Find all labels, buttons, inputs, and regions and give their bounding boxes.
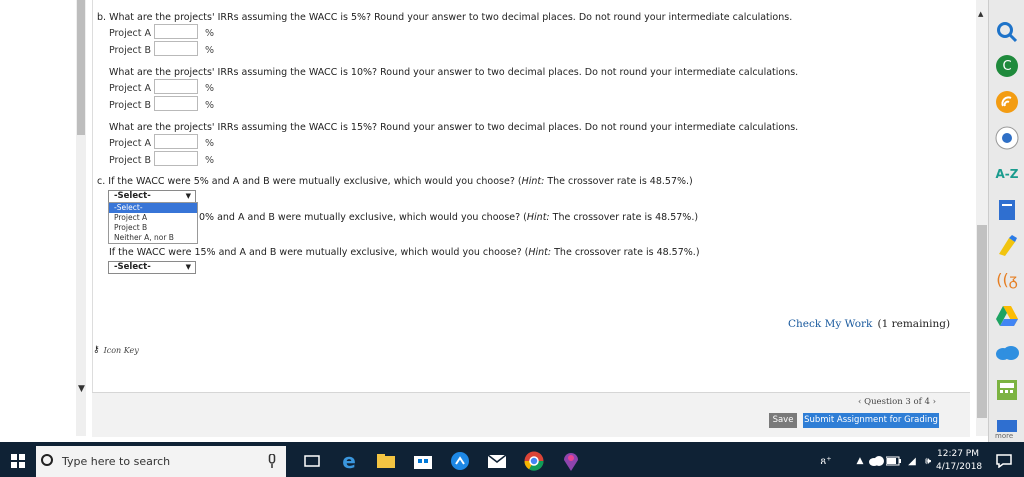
hint-label: Hint: xyxy=(521,176,545,187)
hint-text: The crossover rate is 48.57%.) xyxy=(549,212,699,223)
green-c-icon[interactable]: C xyxy=(992,52,1022,80)
side-dock: C A-Z ((ᵹ more xyxy=(988,0,1024,442)
icon-key[interactable]: ⚷ Icon Key xyxy=(93,345,139,355)
question-c-wacc5: c. If the WACC were 5% and A and B were … xyxy=(97,176,693,187)
irr-wacc10-project-a-input[interactable] xyxy=(154,79,198,94)
cortana-circle-icon xyxy=(41,454,53,466)
people-icon[interactable]: ጸ⁺ xyxy=(812,447,840,475)
project-b-label: Project B xyxy=(109,100,152,111)
dropdown-option[interactable]: Project B xyxy=(109,223,197,233)
percent-sign: % xyxy=(205,155,215,166)
percent-sign: % xyxy=(205,100,215,111)
left-scrollbar-thumb[interactable] xyxy=(77,0,85,135)
irr-wacc5-project-a-input[interactable] xyxy=(154,24,198,39)
irr-wacc10-project-b-input[interactable] xyxy=(154,96,198,111)
check-my-work-link[interactable]: Check My Work xyxy=(788,318,872,330)
dropdown-arrow-icon: ▼ xyxy=(185,192,191,200)
svg-text:C: C xyxy=(1002,59,1011,74)
submit-assignment-button[interactable]: Submit Assignment for Grading xyxy=(803,413,939,428)
question-text: c. If the WACC were 5% and A and B were … xyxy=(97,176,522,187)
select-value: -Select- xyxy=(114,191,151,201)
right-scrollbar-thumb[interactable] xyxy=(977,225,987,418)
question-text: If the WACC were 15% and A and B were mu… xyxy=(109,247,529,258)
next-question-icon[interactable]: › xyxy=(933,397,936,407)
irr-wacc15-project-b-input[interactable] xyxy=(154,151,198,166)
task-view-icon[interactable] xyxy=(298,447,326,475)
select-value: -Select- xyxy=(114,262,151,272)
store-icon[interactable] xyxy=(409,447,437,475)
irr-wacc15-project-a-input[interactable] xyxy=(154,134,198,149)
hint-label: Hint: xyxy=(528,247,552,258)
map-pin-icon[interactable] xyxy=(557,447,585,475)
percent-sign: % xyxy=(205,28,215,39)
windows-start-icon[interactable] xyxy=(4,447,32,475)
calculator-icon[interactable] xyxy=(992,376,1022,404)
action-center-icon[interactable] xyxy=(990,447,1018,475)
question-text: 0% and A and B were mutually exclusive, … xyxy=(199,212,527,223)
hint-text: The crossover rate is 48.57%.) xyxy=(544,176,693,187)
clock-dial-icon[interactable] xyxy=(992,124,1022,152)
dictionary-az-icon[interactable]: A-Z xyxy=(992,160,1022,188)
question-b-wacc10: What are the projects' IRRs assuming the… xyxy=(109,67,799,78)
question-c-wacc10-partial: 0% and A and B were mutually exclusive, … xyxy=(199,212,698,223)
edge-browser-icon[interactable]: e xyxy=(335,447,363,475)
notebook-icon[interactable] xyxy=(992,196,1022,224)
choice-wacc15-select[interactable]: -Select- ▼ xyxy=(108,261,196,274)
clock-time: 12:27 PM xyxy=(937,449,979,459)
audio-wave-icon[interactable] xyxy=(992,88,1022,116)
dropdown-option[interactable]: -Select- xyxy=(109,203,197,213)
project-a-label: Project A xyxy=(109,83,152,94)
file-explorer-icon[interactable] xyxy=(372,447,400,475)
project-b-label: Project B xyxy=(109,45,152,56)
dropdown-arrow-icon: ▼ xyxy=(185,263,191,271)
hint-label: Hint: xyxy=(526,212,550,223)
scroll-up-arrow-icon[interactable]: ▲ xyxy=(978,10,983,18)
question-c-wacc15: If the WACC were 15% and A and B were mu… xyxy=(109,247,700,258)
clock-date: 4/17/2018 xyxy=(936,462,983,472)
percent-sign: % xyxy=(205,138,215,149)
search-placeholder: Type here to search xyxy=(62,455,171,468)
highlighter-icon[interactable] xyxy=(992,232,1022,260)
dock-more-label[interactable]: more xyxy=(995,432,1013,440)
pager-label: Question 3 of 4 xyxy=(864,397,930,407)
microphone-icon[interactable] xyxy=(258,447,286,475)
check-my-work: Check My Work (1 remaining) xyxy=(788,312,950,331)
project-a-label: Project A xyxy=(109,28,152,39)
project-a-label: Project A xyxy=(109,138,152,149)
dropdown-option[interactable]: Project A xyxy=(109,213,197,223)
percent-sign: % xyxy=(205,45,215,56)
project-b-label: Project B xyxy=(109,155,152,166)
question-pager: ‹ Question 3 of 4 › xyxy=(858,397,936,407)
dropdown-options-list: -Select- Project A Project B Neither A, … xyxy=(108,202,198,244)
question-b-wacc15: What are the projects' IRRs assuming the… xyxy=(109,122,799,133)
magnifier-icon[interactable] xyxy=(992,18,1022,46)
mail-icon[interactable] xyxy=(483,447,511,475)
save-button[interactable]: Save xyxy=(769,413,797,428)
sync-icon[interactable] xyxy=(446,447,474,475)
percent-sign: % xyxy=(205,83,215,94)
scroll-down-arrow-icon[interactable]: ▼ xyxy=(78,384,85,394)
icon-key-label: Icon Key xyxy=(103,345,139,355)
prev-question-icon[interactable]: ‹ xyxy=(858,397,861,407)
taskbar-clock[interactable]: 12:27 PM 4/17/2018 xyxy=(936,448,983,474)
question-b-wacc5: b. What are the projects' IRRs assuming … xyxy=(97,12,793,23)
key-icon: ⚷ xyxy=(93,345,100,355)
taskbar-search-box[interactable]: Type here to search xyxy=(36,446,286,477)
check-remaining-count: (1 remaining) xyxy=(877,318,951,330)
chrome-icon[interactable] xyxy=(520,447,548,475)
irr-wacc5-project-b-input[interactable] xyxy=(154,41,198,56)
google-drive-icon[interactable] xyxy=(992,302,1022,330)
cloud-icon[interactable] xyxy=(992,338,1022,366)
hint-text: The crossover rate is 48.57%.) xyxy=(551,247,700,258)
dropdown-option[interactable]: Neither A, nor B xyxy=(109,233,197,243)
speech-icon[interactable]: ((ᵹ xyxy=(992,266,1022,294)
